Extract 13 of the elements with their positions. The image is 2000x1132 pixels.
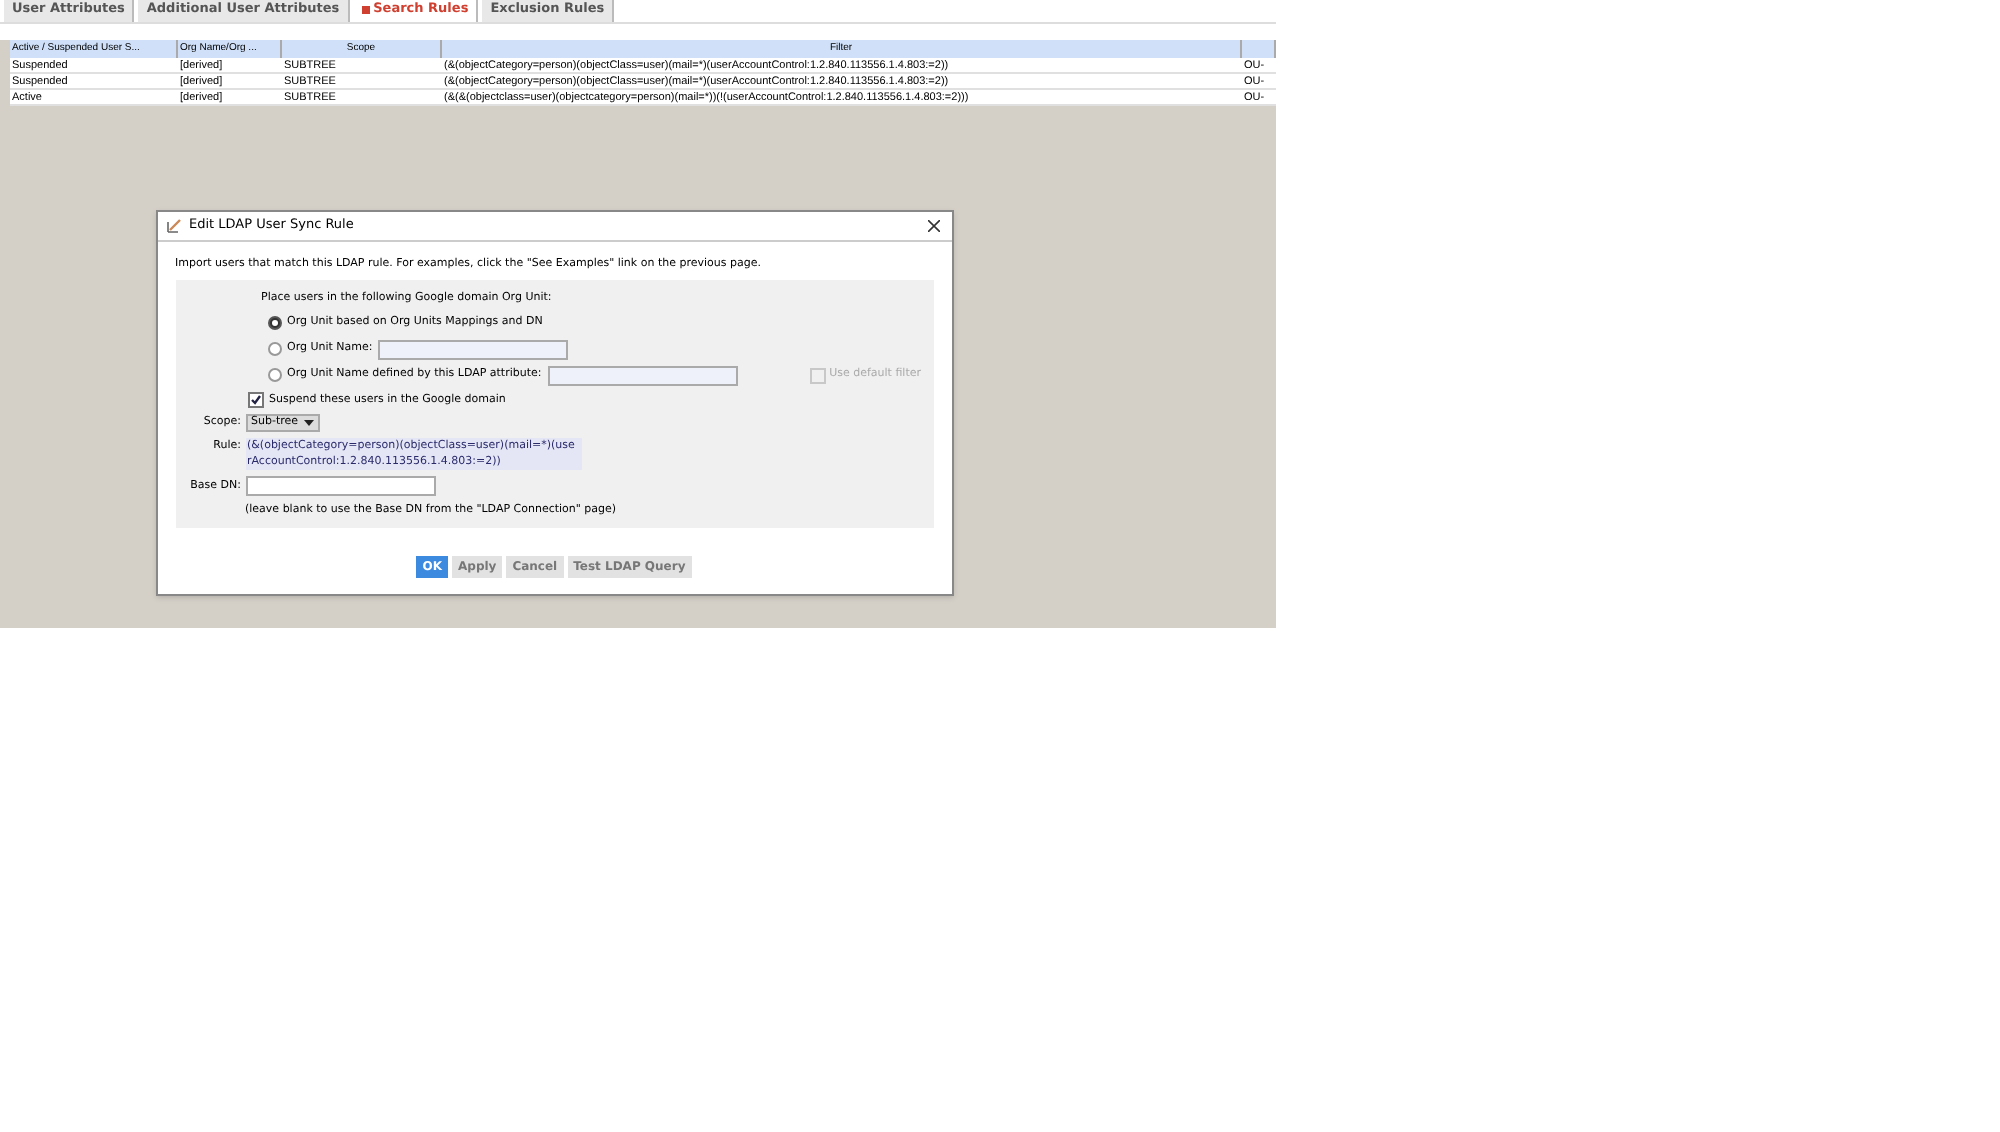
close-icon — [928, 220, 940, 232]
checkbox[interactable] — [247, 391, 263, 408]
input-field[interactable] — [378, 339, 569, 359]
base-dn-field[interactable] — [245, 475, 435, 496]
radio-button[interactable] — [267, 368, 281, 382]
square-icon — [361, 6, 370, 14]
radio-button[interactable] — [267, 316, 281, 330]
close-button[interactable] — [925, 217, 943, 235]
input-field[interactable] — [547, 365, 738, 385]
radio-button[interactable] — [267, 342, 281, 356]
checkmark-icon — [249, 393, 261, 406]
edit-icon — [165, 218, 181, 234]
caret-icon — [304, 419, 315, 426]
